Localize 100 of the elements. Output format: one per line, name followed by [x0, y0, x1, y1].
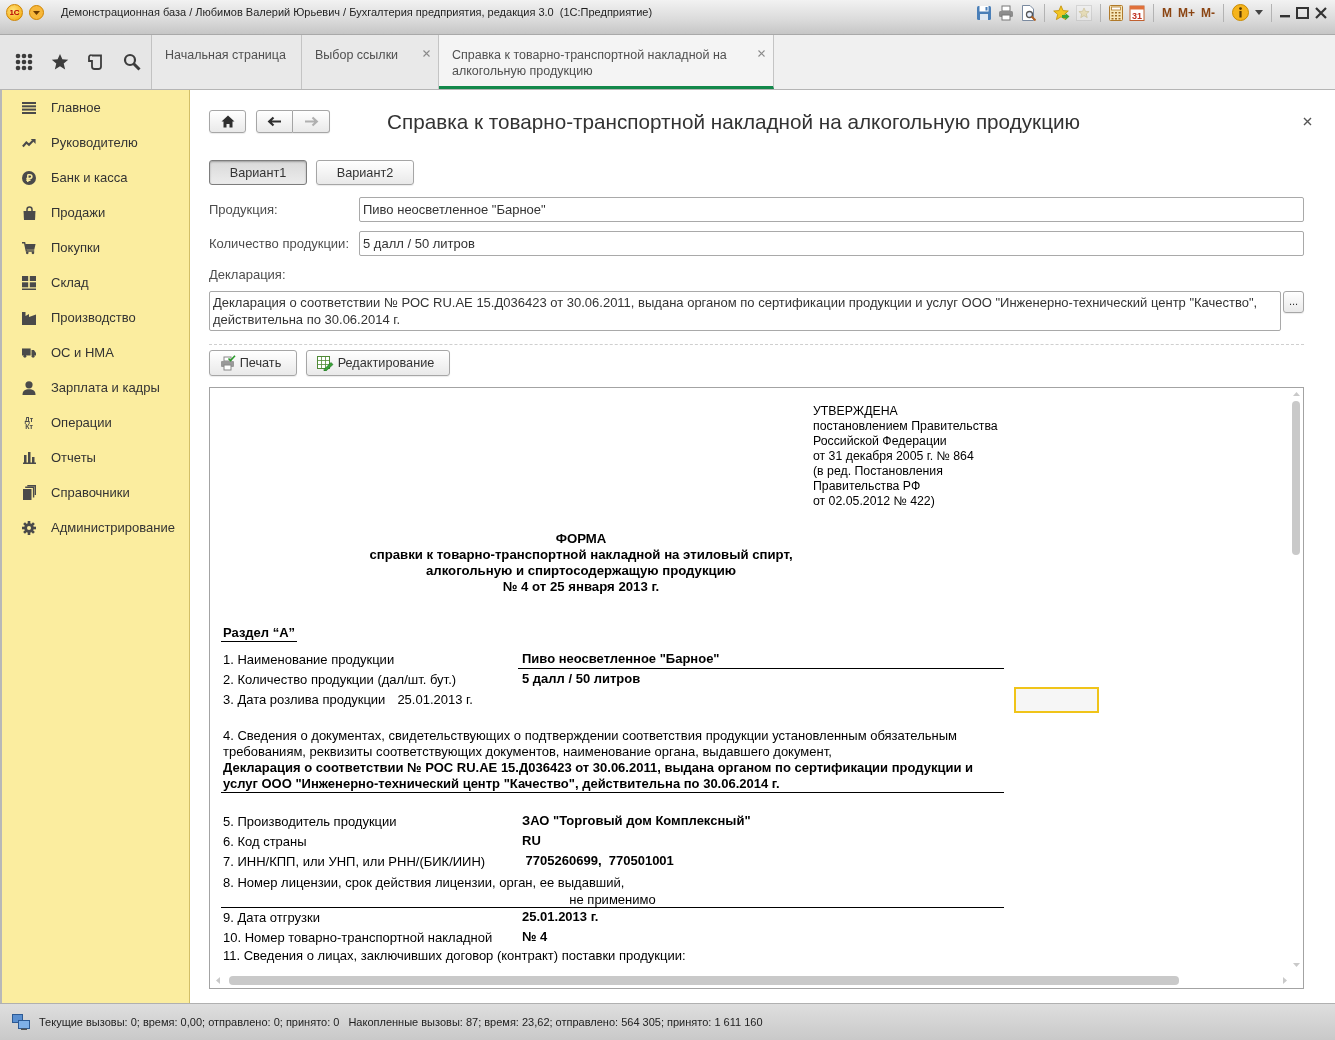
preview-icon[interactable] [1020, 4, 1036, 21]
grid-blocks-icon [22, 275, 36, 290]
sidebar-item[interactable]: Банк и касса [2, 160, 189, 195]
memory-button[interactable]: M- [1201, 4, 1215, 21]
row-label: 5. Производитель продукции [222, 814, 398, 830]
sidebar-item[interactable]: Справочники [2, 475, 189, 510]
dropdown-menu-icon[interactable] [29, 5, 44, 20]
input-field[interactable]: Пиво неосветленное "Барное" [359, 197, 1304, 222]
variant-button[interactable]: Вариант1 [209, 160, 307, 185]
search-icon[interactable] [123, 53, 141, 71]
sidebar-item[interactable]: Главное [2, 90, 189, 125]
approval-line: от 31 декабря 2005 г. № 864 [813, 449, 975, 464]
sidebar-item[interactable]: Отчеты [2, 440, 189, 475]
row-value: 25.01.2013 г. [521, 909, 600, 926]
heading-line: алкогольную и спиртосодержащую продукцию [424, 563, 738, 579]
trend-line-icon [22, 137, 36, 148]
selected-cell[interactable] [1014, 687, 1099, 713]
document-stack-icon [22, 485, 36, 500]
row-value: № 4 [521, 929, 549, 946]
sidebar-item[interactable]: ОС и НМА [2, 335, 189, 370]
maximize-icon[interactable] [1296, 6, 1309, 19]
row-value: RU [521, 833, 542, 850]
status-text: Текущие вызовы: 0; время: 0,00; отправлено: 0; принято: 0 [39, 1016, 340, 1028]
approval-line: Российской Федерации [813, 434, 948, 449]
heading-line: № 4 от 25 января 2013 г. [501, 579, 661, 595]
approval-line: от 02.05.2012 № 422) [813, 494, 936, 509]
factory-icon [22, 310, 36, 325]
row-value: 5 далл / 50 литров [521, 671, 642, 688]
row-value: не применимо [221, 892, 1004, 908]
calendar-icon[interactable]: 31 [1129, 4, 1145, 21]
row-label: 7. ИНН/КПП, или УНП, или РНН/(БИК/ИИН) [222, 854, 487, 870]
close-icon[interactable] [1303, 117, 1312, 126]
approval-line: Правительства РФ [813, 479, 922, 494]
text-area[interactable]: Декларация о соответствии № РОС RU.АЕ 15.Д036423 от 30.06.2011, выдана органом по сертификации продукции и услуг ООО "Инженерно-технический центр "Качество", действительна по 30.06.2014 г. [209, 291, 1281, 331]
variant-button[interactable]: Вариант2 [316, 160, 414, 185]
minimize-icon[interactable] [1280, 15, 1290, 18]
row-label: 6. Код страны [222, 834, 308, 850]
window-title: Демонстрационная база / Любимов Валерий Юрьевич / Бухгалтерия предприятия, редакция 3.0 (1С:Предприятие) [61, 5, 653, 20]
memory-button[interactable]: M+ [1178, 4, 1195, 21]
scrollbar-thumb[interactable] [1292, 401, 1300, 555]
heading-line: справки к товарно-транспортной накладной на этиловый спирт, [368, 547, 794, 563]
sidebar-item[interactable]: Продажи [2, 195, 189, 230]
caret-down-icon[interactable] [1255, 10, 1263, 15]
row-value: 7705260699, 770501001 [524, 853, 675, 870]
approval-line: УТВЕРЖДЕНА [813, 404, 899, 419]
arrow-right-icon [303, 116, 319, 127]
tab[interactable]: Справка к товарно-транспортной накладной на алкогольную продукцию [439, 35, 774, 89]
person-icon [22, 380, 36, 395]
row-value: ЗАО "Торговый дом Комплексный" [521, 813, 752, 830]
cart-icon [22, 240, 36, 255]
back-button[interactable] [256, 110, 293, 133]
sidebar-item[interactable]: Администрирование [2, 510, 189, 545]
app-logo[interactable]: 1С [6, 4, 23, 21]
field-label: Количество продукции: [209, 235, 350, 252]
scrollbar-thumb[interactable] [229, 975, 1179, 985]
row-label: 3. Дата розлива продукции [223, 692, 386, 707]
apps-grid-icon[interactable] [15, 53, 33, 71]
row-label: 11. Сведения о лицах, заключивших договор (контракт) поставки продукции: [222, 948, 687, 964]
info-icon[interactable] [1232, 4, 1249, 21]
table-pencil-icon [316, 355, 334, 371]
print-icon[interactable] [998, 4, 1014, 21]
row-label: 8. Номер лицензии, срок действия лицензии, орган, ее выдавший, [223, 874, 625, 890]
row-label: 4. Сведения о документах, свидетельствующих о подтверждении соответствия продукции установленным обязательным требованиям, реквизиты соответствующих документов, наименование органа, выдавшего документ, [222, 728, 958, 760]
row-value: 25.01.2013 г. [397, 692, 473, 707]
save-icon[interactable] [976, 4, 992, 21]
home-icon [220, 115, 235, 128]
memory-button[interactable]: M [1162, 4, 1172, 21]
close-icon[interactable] [1315, 6, 1327, 19]
printer-check-icon [219, 355, 236, 371]
tab[interactable]: Начальная страница [152, 35, 302, 89]
star-arrow-icon[interactable] [1053, 4, 1070, 21]
sidebar-item[interactable]: Покупки [2, 230, 189, 265]
computers-icon[interactable] [12, 1014, 30, 1030]
calculator-icon[interactable] [1109, 4, 1123, 21]
section-title: Раздел “А” [221, 625, 298, 642]
status-text: Накопленные вызовы: 87; время: 23,62; отправлено: 564 305; принято: 1 611 160 [348, 1016, 763, 1028]
star-icon[interactable] [51, 53, 69, 71]
form-title: Справка к товарно-транспортной накладной на алкогольную продукцию [387, 109, 1081, 134]
home-button[interactable] [209, 110, 246, 133]
tab[interactable]: Выбор ссылки [302, 35, 439, 89]
row-label: 1. Наименование продукции [222, 652, 396, 668]
sidebar-item[interactable]: Склад [2, 265, 189, 300]
bar-chart-icon [22, 451, 36, 464]
row-label: 2. Количество продукции (дал/шт. бут.) [222, 672, 458, 688]
print-button[interactable]: Печать [209, 350, 297, 376]
row-label: 10. Номер товарно-транспортной накладной [222, 930, 494, 946]
truck-icon [22, 346, 36, 359]
field-label: Декларация: [209, 267, 287, 283]
arrow-left-icon [267, 116, 282, 127]
sidebar-item[interactable]: Зарплата и кадры [2, 370, 189, 405]
row-value: Декларация о соответствии № РОС RU.АЕ 15.Д036423 от 30.06.2011, выдана органом по сертификации продукции и услуг ООО "Инженерно-технический центр "Качество", действительна по 30.06.2014 г. [221, 760, 1004, 793]
field-label: Продукция: [209, 201, 279, 218]
input-field[interactable]: 5 далл / 50 литров [359, 231, 1304, 256]
curled-page-icon[interactable] [87, 53, 105, 71]
sidebar-item[interactable]: Руководителю [2, 125, 189, 160]
sidebar-item[interactable]: Производство [2, 300, 189, 335]
shopping-bag-icon [22, 205, 36, 220]
select-button[interactable]: ... [1283, 291, 1304, 313]
edit-button[interactable]: Редактирование [306, 350, 450, 376]
row-label: 9. Дата отгрузки [222, 910, 321, 926]
